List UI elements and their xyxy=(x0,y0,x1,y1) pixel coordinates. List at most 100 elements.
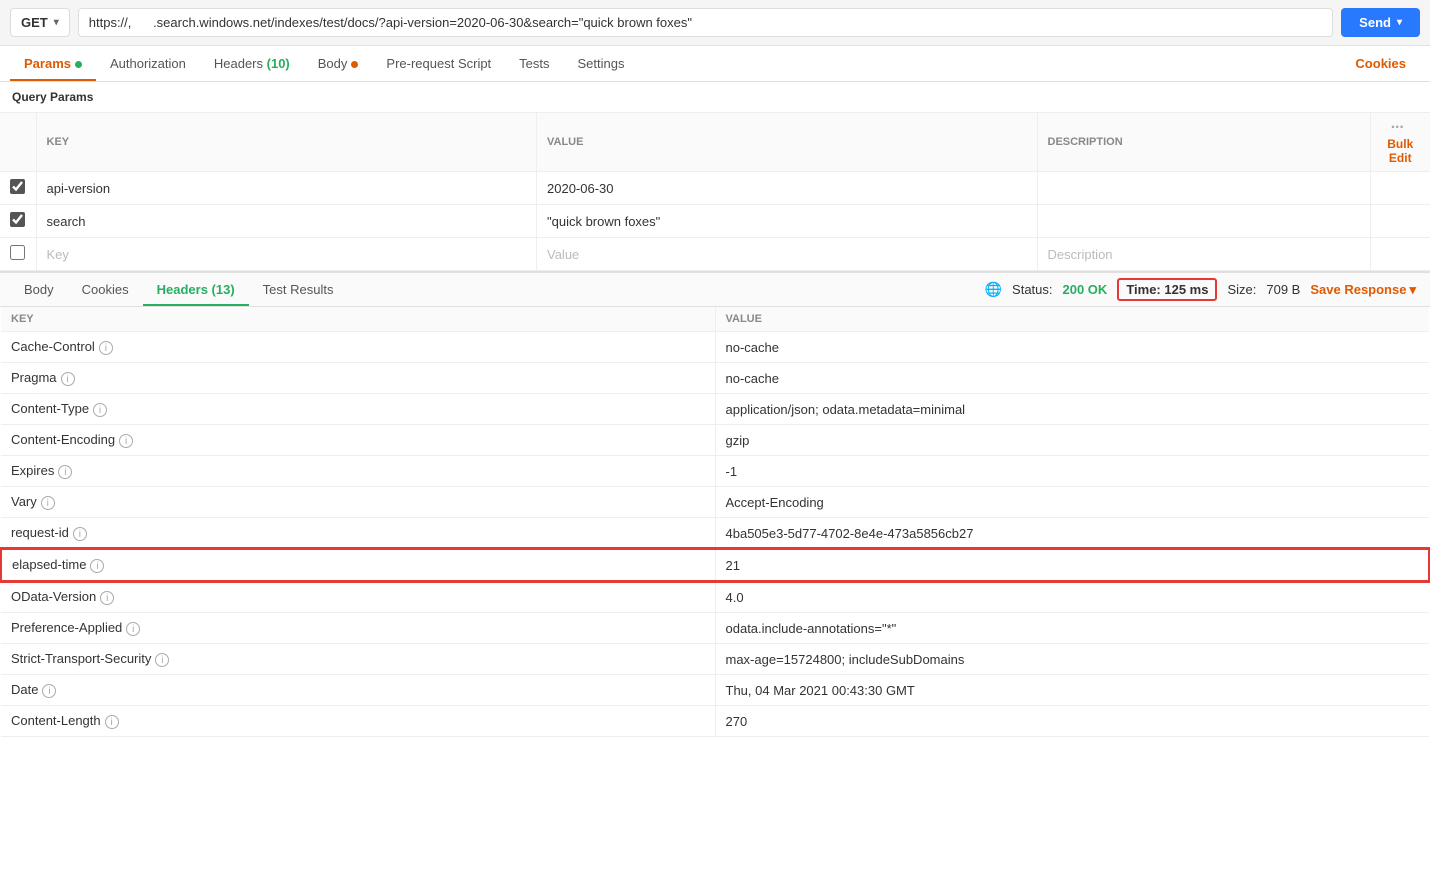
header-value-11: Thu, 04 Mar 2021 00:43:30 GMT xyxy=(715,675,1429,706)
status-label: Status: xyxy=(1012,282,1052,297)
resp-tab-cookies[interactable]: Cookies xyxy=(68,273,143,306)
list-item: Pragmaino-cache xyxy=(1,363,1429,394)
tab-headers[interactable]: Headers (10) xyxy=(200,46,304,81)
header-key-4: Expiresi xyxy=(1,456,715,487)
params-table: KEY VALUE DESCRIPTION ··· Bulk Edit api-… xyxy=(0,113,1430,271)
tab-cookies[interactable]: Cookies xyxy=(1341,46,1420,81)
tab-authorization[interactable]: Authorization xyxy=(96,46,200,81)
tab-params[interactable]: Params xyxy=(10,46,96,81)
header-key-3: Content-Encodingi xyxy=(1,425,715,456)
header-key-1: Pragmai xyxy=(1,363,715,394)
send-chevron-icon: ▾ xyxy=(1397,17,1402,28)
headers-col-key: KEY xyxy=(1,307,715,332)
row2-key: search xyxy=(36,205,537,238)
method-label: GET xyxy=(21,15,48,30)
info-icon[interactable]: i xyxy=(99,341,113,355)
row3-key[interactable]: Key xyxy=(36,238,537,271)
header-value-8: 4.0 xyxy=(715,581,1429,613)
header-key-10: Strict-Transport-Securityi xyxy=(1,644,715,675)
row1-actions xyxy=(1370,172,1430,205)
send-button[interactable]: Send ▾ xyxy=(1341,8,1420,37)
list-item: Expiresi-1 xyxy=(1,456,1429,487)
row2-checkbox[interactable] xyxy=(10,212,25,227)
row3-value[interactable]: Value xyxy=(537,238,1038,271)
row3-checkbox[interactable] xyxy=(10,245,25,260)
list-item: Strict-Transport-Securityimax-age=157248… xyxy=(1,644,1429,675)
list-item: request-idi4ba505e3-5d77-4702-8e4e-473a5… xyxy=(1,518,1429,550)
resp-tab-headers[interactable]: Headers (13) xyxy=(143,273,249,306)
header-key-12: Content-Lengthi xyxy=(1,706,715,737)
info-icon[interactable]: i xyxy=(61,372,75,386)
info-icon[interactable]: i xyxy=(41,496,55,510)
info-icon[interactable]: i xyxy=(155,653,169,667)
header-value-12: 270 xyxy=(715,706,1429,737)
row2-description xyxy=(1037,205,1370,238)
header-key-7: elapsed-timei xyxy=(1,549,715,581)
method-chevron-icon: ▾ xyxy=(54,17,59,28)
row2-value: "quick brown foxes" xyxy=(537,205,1038,238)
headers-col-value: VALUE xyxy=(715,307,1429,332)
url-input[interactable] xyxy=(78,8,1333,37)
save-response-button[interactable]: Save Response ▾ xyxy=(1310,282,1416,298)
col-value: VALUE xyxy=(537,113,1038,172)
info-icon[interactable]: i xyxy=(73,527,87,541)
header-value-3: gzip xyxy=(715,425,1429,456)
time-value-box: Time: 125 ms xyxy=(1117,278,1217,301)
method-dropdown[interactable]: GET ▾ xyxy=(10,8,70,37)
header-value-9: odata.include-annotations="*" xyxy=(715,613,1429,644)
header-value-1: no-cache xyxy=(715,363,1429,394)
header-value-6: 4ba505e3-5d77-4702-8e4e-473a5856cb27 xyxy=(715,518,1429,550)
header-key-9: Preference-Appliedi xyxy=(1,613,715,644)
globe-icon: 🌐 xyxy=(985,281,1002,298)
query-params-title: Query Params xyxy=(0,82,1430,113)
list-item: Content-Typeiapplication/json; odata.met… xyxy=(1,394,1429,425)
tab-body[interactable]: Body xyxy=(304,46,373,81)
info-icon[interactable]: i xyxy=(93,403,107,417)
row2-actions xyxy=(1370,205,1430,238)
tab-tests[interactable]: Tests xyxy=(505,46,563,81)
table-row: api-version 2020-06-30 xyxy=(0,172,1430,205)
info-icon[interactable]: i xyxy=(126,622,140,636)
header-value-7: 21 xyxy=(715,549,1429,581)
header-value-5: Accept-Encoding xyxy=(715,487,1429,518)
list-item: Content-Encodingigzip xyxy=(1,425,1429,456)
headers-section: KEY VALUE Cache-Controlino-cachePragmain… xyxy=(0,307,1430,737)
list-item: Cache-Controlino-cache xyxy=(1,332,1429,363)
status-value: 200 OK xyxy=(1063,282,1108,297)
list-item: Content-Lengthi270 xyxy=(1,706,1429,737)
row1-checkbox[interactable] xyxy=(10,179,25,194)
more-options-icon[interactable]: ··· xyxy=(1391,119,1404,136)
info-icon[interactable]: i xyxy=(58,465,72,479)
resp-tab-testresults[interactable]: Test Results xyxy=(249,273,348,306)
request-tabs: Params Authorization Headers (10) Body P… xyxy=(0,46,1430,82)
header-value-10: max-age=15724800; includeSubDomains xyxy=(715,644,1429,675)
query-params-section: Query Params KEY VALUE DESCRIPTION ··· B… xyxy=(0,82,1430,272)
list-item: Preference-Appliediodata.include-annotat… xyxy=(1,613,1429,644)
headers-table: KEY VALUE Cache-Controlino-cachePragmain… xyxy=(0,307,1430,737)
info-icon[interactable]: i xyxy=(42,684,56,698)
row1-value: 2020-06-30 xyxy=(537,172,1038,205)
row1-description xyxy=(1037,172,1370,205)
tab-settings[interactable]: Settings xyxy=(564,46,639,81)
response-status-area: 🌐 Status: 200 OK Time: 125 ms Size: 709 … xyxy=(985,278,1420,301)
list-item: DateiThu, 04 Mar 2021 00:43:30 GMT xyxy=(1,675,1429,706)
info-icon[interactable]: i xyxy=(100,591,114,605)
body-dot xyxy=(351,61,358,68)
col-key: KEY xyxy=(36,113,537,172)
bulk-edit-button[interactable]: Bulk Edit xyxy=(1387,137,1413,165)
resp-tab-body[interactable]: Body xyxy=(10,273,68,306)
info-icon[interactable]: i xyxy=(90,559,104,573)
header-key-8: OData-Versioni xyxy=(1,581,715,613)
save-response-chevron-icon: ▾ xyxy=(1409,282,1416,298)
header-key-11: Datei xyxy=(1,675,715,706)
row3-description[interactable]: Description xyxy=(1037,238,1370,271)
info-icon[interactable]: i xyxy=(105,715,119,729)
col-checkbox xyxy=(0,113,36,172)
table-row: search "quick brown foxes" xyxy=(0,205,1430,238)
col-actions: ··· Bulk Edit xyxy=(1370,113,1430,172)
info-icon[interactable]: i xyxy=(119,434,133,448)
col-description: DESCRIPTION xyxy=(1037,113,1370,172)
list-item: VaryiAccept-Encoding xyxy=(1,487,1429,518)
tab-prerequest[interactable]: Pre-request Script xyxy=(372,46,505,81)
header-value-0: no-cache xyxy=(715,332,1429,363)
